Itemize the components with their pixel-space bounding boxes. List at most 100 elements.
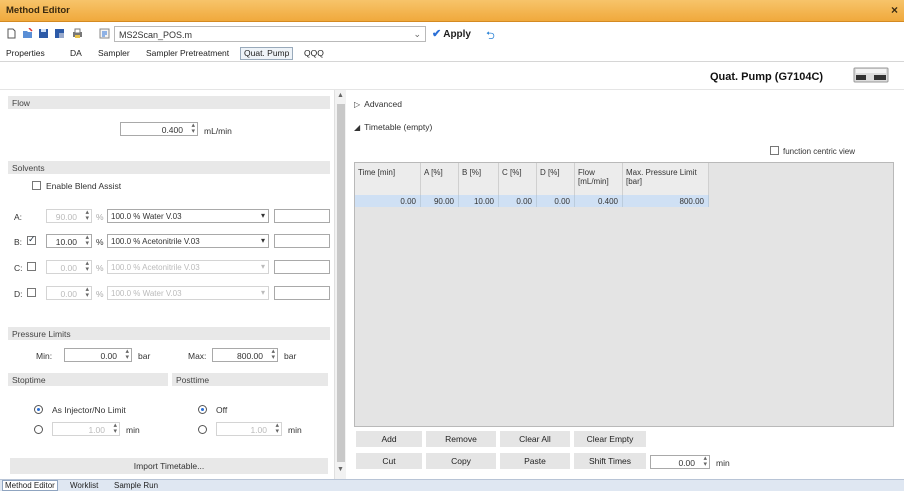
channel-b-label: B:: [14, 237, 23, 247]
spin-icon[interactable]: ▴ ▾: [85, 234, 89, 247]
tab-sampler-pretreatment[interactable]: Sampler Pretreatment: [146, 48, 229, 58]
bottom-tabs: Method Editor Worklist Sample Run: [0, 479, 904, 491]
pressure-min-input[interactable]: 0.00 ▴ ▾: [64, 348, 132, 362]
timetable-panel: ▷ Advanced ◢ Timetable (empty) function ce…: [346, 90, 904, 479]
channel-b-checkbox[interactable]: [27, 234, 36, 245]
tab-worklist[interactable]: Worklist: [70, 481, 98, 490]
window-title: Method Editor: [6, 5, 70, 16]
posttime-input: 1.00 ▴ ▾: [216, 422, 282, 436]
col-header-d[interactable]: D [%]: [537, 163, 575, 195]
channel-b-note[interactable]: [274, 234, 330, 248]
paste-button[interactable]: Paste: [500, 453, 570, 469]
timetable-grid[interactable]: Time [min] A [%] B [%] C [%] D [%] Flow …: [354, 162, 894, 427]
channel-c-checkbox[interactable]: [27, 262, 36, 271]
table-cell[interactable]: 0.400: [575, 195, 623, 207]
blend-assist-checkbox[interactable]: [32, 181, 41, 190]
chevron-down-icon: ◢: [354, 123, 361, 132]
channel-c-note[interactable]: [274, 260, 330, 274]
col-header-a[interactable]: A [%]: [421, 163, 459, 195]
col-header-max-pressure[interactable]: Max. Pressure Limit [bar]: [623, 163, 709, 195]
pressure-max-input[interactable]: 800.00 ▴ ▾: [212, 348, 278, 362]
apply-button[interactable]: ✔ Apply: [432, 27, 471, 40]
table-cell[interactable]: 0.00: [537, 195, 575, 207]
remove-button[interactable]: Remove: [426, 431, 496, 447]
chevron-down-icon: ▾: [260, 288, 265, 297]
channel-d-checkbox[interactable]: [27, 288, 36, 297]
channel-a-percent: 90.00 ▴ ▾: [46, 209, 92, 223]
col-header-c[interactable]: C [%]: [499, 163, 537, 195]
pressure-max-unit: bar: [284, 351, 297, 361]
shift-times-input[interactable]: 0.00 ▴ ▾: [650, 455, 710, 469]
channel-a-note[interactable]: [274, 209, 330, 223]
posttime-section: Posttime: [172, 373, 328, 386]
import-timetable-button[interactable]: Import Timetable...: [10, 458, 328, 474]
posttime-off-radio[interactable]: [198, 405, 207, 414]
close-icon[interactable]: ×: [891, 3, 898, 17]
col-header-b[interactable]: B [%]: [459, 163, 499, 195]
stoptime-section: Stoptime: [8, 373, 168, 386]
new-file-icon[interactable]: [6, 28, 17, 39]
col-header-time[interactable]: Time [min]: [355, 163, 421, 195]
channel-c-percent: 0.00 ▴ ▾: [46, 260, 92, 274]
channel-d-percent: 0.00 ▴ ▾: [46, 286, 92, 300]
table-cell[interactable]: 10.00: [459, 195, 499, 207]
tab-sampler[interactable]: Sampler: [98, 48, 130, 58]
scroll-down-icon[interactable]: ▼: [337, 466, 344, 473]
posttime-value-radio[interactable]: [198, 425, 207, 434]
channel-b-percent[interactable]: 10.00 ▴ ▾: [46, 234, 92, 248]
module-name: Quat. Pump (G7104C): [710, 71, 824, 83]
apply-label: Apply: [443, 29, 471, 40]
col-header-flow[interactable]: Flow [mL/min]: [575, 163, 623, 195]
channel-a-label: A:: [14, 212, 23, 222]
stoptime-input: 1.00 ▴ ▾: [52, 422, 120, 436]
function-centric-view-toggle[interactable]: function centric view: [770, 146, 855, 156]
stoptime-no-limit-radio[interactable]: [34, 405, 43, 414]
shift-times-button[interactable]: Shift Times: [574, 453, 646, 469]
chevron-down-icon: ▾: [260, 236, 265, 245]
open-file-icon[interactable]: [22, 28, 33, 39]
tab-quat-pump[interactable]: Quat. Pump: [240, 47, 294, 60]
table-cell[interactable]: 90.00: [421, 195, 459, 207]
advanced-expander[interactable]: ▷ Advanced: [354, 99, 402, 109]
scroll-up-icon[interactable]: ▲: [337, 92, 344, 99]
tab-method-editor[interactable]: Method Editor: [2, 480, 58, 491]
tab-qqq[interactable]: QQQ: [304, 48, 324, 58]
table-cell[interactable]: 0.00: [355, 195, 421, 207]
flow-input[interactable]: 0.400 ▴ ▾: [120, 122, 198, 136]
channel-d-note[interactable]: [274, 286, 330, 300]
pump-module-icon: [853, 67, 889, 83]
channel-b-solvent-select[interactable]: 100.0 % Acetonitrile V.03 ▾: [107, 234, 269, 248]
pressure-max-label: Max:: [188, 351, 207, 361]
method-file-select[interactable]: MS2Scan_POS.m ⌄: [99, 26, 426, 42]
table-cell[interactable]: 800.00: [623, 195, 709, 207]
spin-icon[interactable]: ▴ ▾: [125, 348, 129, 361]
chevron-right-icon: ▷: [354, 100, 361, 109]
add-button[interactable]: Add: [356, 431, 422, 447]
clear-all-button[interactable]: Clear All: [500, 431, 570, 447]
toolbar: MS2Scan_POS.m ⌄ ✔ Apply ⮌: [0, 22, 904, 46]
pressure-min-label: Min:: [36, 351, 53, 361]
pressure-limits-section: Pressure Limits: [8, 327, 330, 340]
undo-icon[interactable]: ⮌: [486, 27, 495, 46]
flow-section: Flow: [8, 96, 330, 109]
tab-properties[interactable]: Properties: [6, 48, 45, 58]
left-panel-scrollbar[interactable]: ▲ ▼: [334, 90, 346, 479]
stoptime-value-radio[interactable]: [34, 425, 43, 434]
function-centric-checkbox[interactable]: [770, 146, 779, 155]
spin-icon[interactable]: ▴ ▾: [271, 348, 275, 361]
table-cell[interactable]: 0.00: [499, 195, 537, 207]
spin-icon[interactable]: ▴ ▾: [191, 122, 195, 135]
cut-button[interactable]: Cut: [356, 453, 422, 469]
print-icon[interactable]: [72, 28, 83, 39]
spin-icon[interactable]: ▴ ▾: [703, 455, 707, 468]
timetable-expander[interactable]: ◢ Timetable (empty): [354, 122, 432, 132]
tab-sample-run[interactable]: Sample Run: [114, 481, 158, 490]
save-as-icon[interactable]: [54, 28, 65, 39]
copy-button[interactable]: Copy: [426, 453, 496, 469]
scrollbar-thumb[interactable]: [337, 104, 345, 462]
save-icon[interactable]: [38, 28, 49, 39]
clear-empty-button[interactable]: Clear Empty: [574, 431, 646, 447]
channel-a-solvent-select[interactable]: 100.0 % Water V.03 ▾: [107, 209, 269, 223]
tab-da[interactable]: DA: [70, 48, 82, 58]
blend-assist-label: Enable Blend Assist: [46, 181, 122, 191]
